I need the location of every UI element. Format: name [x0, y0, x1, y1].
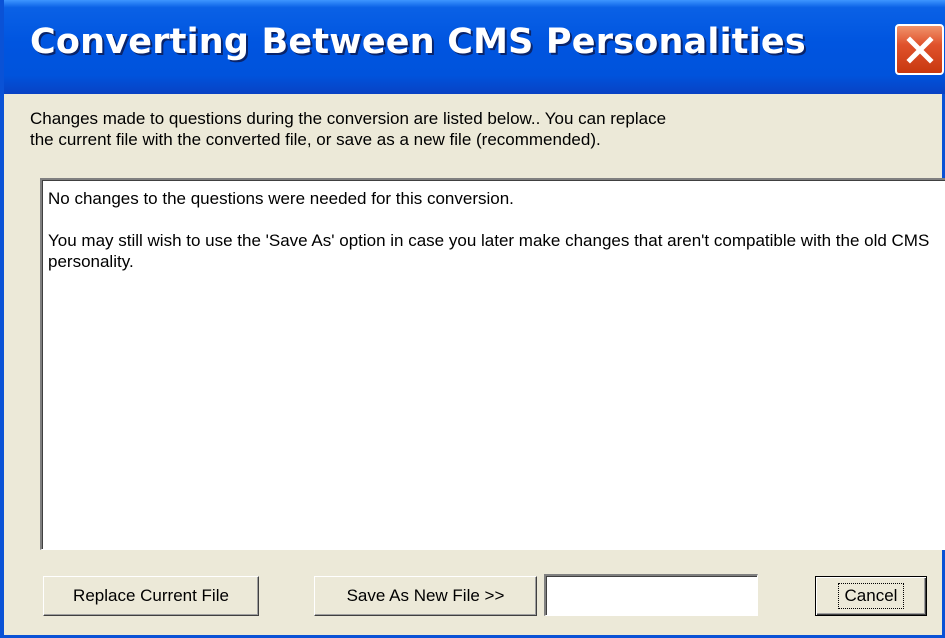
dialog-window: Converting Between CMS Personalities Cha…	[0, 0, 945, 638]
message-line: You may still wish to use the 'Save As' …	[48, 231, 930, 271]
save-as-new-file-button[interactable]: Save As New File >>	[314, 576, 537, 616]
close-icon	[905, 35, 934, 64]
message-line: No changes to the questions were needed …	[48, 189, 514, 208]
cancel-button[interactable]: Cancel	[815, 576, 927, 616]
instructions-text: Changes made to questions during the con…	[30, 109, 667, 149]
dialog-body: Changes made to questions during the con…	[8, 94, 945, 635]
replace-current-file-button[interactable]: Replace Current File	[43, 576, 259, 616]
cancel-button-label: Cancel	[837, 583, 905, 609]
new-filename-input[interactable]	[544, 574, 758, 616]
close-button[interactable]	[895, 24, 944, 75]
window-title: Converting Between CMS Personalities	[30, 22, 806, 62]
title-bar[interactable]: Converting Between CMS Personalities	[4, 0, 945, 94]
changes-list[interactable]: No changes to the questions were needed …	[40, 178, 945, 550]
